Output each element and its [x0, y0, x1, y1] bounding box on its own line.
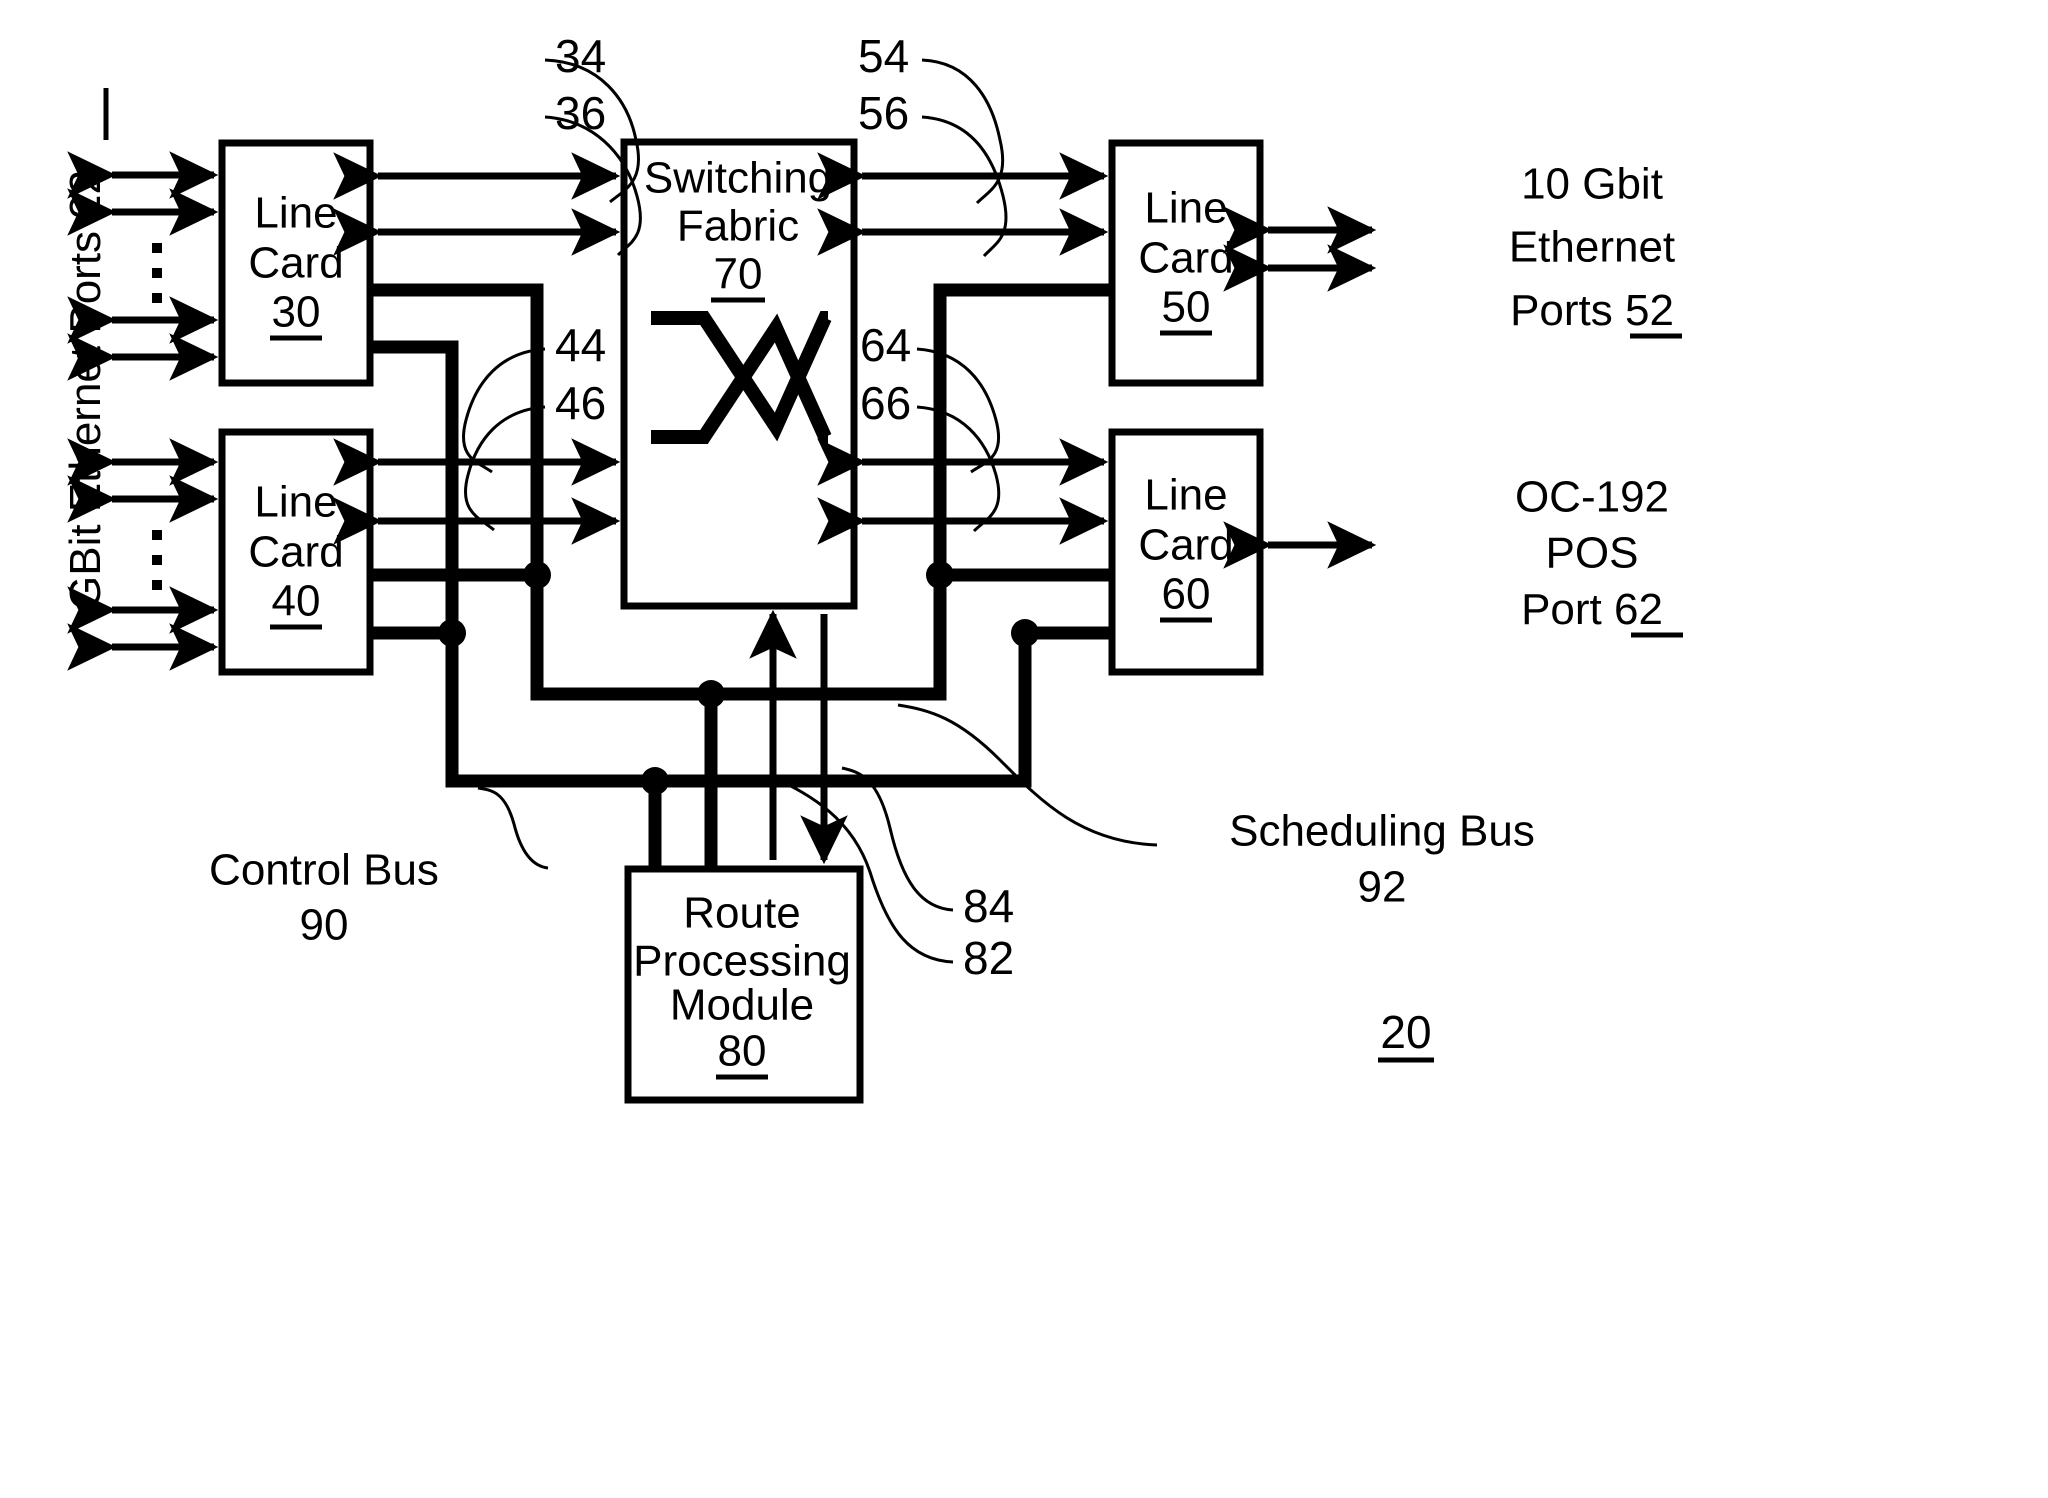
- ref-numeral-66: 66: [860, 377, 911, 429]
- rpm-ref: 80: [718, 1027, 767, 1076]
- switching-fabric-label-line2: Fabric: [677, 202, 799, 251]
- scheduling-bus-label: Scheduling Bus: [1229, 807, 1535, 856]
- 10gbit-ethernet-label-line2: Ethernet: [1509, 223, 1675, 272]
- ref-numeral-46: 46: [555, 377, 606, 429]
- ref-numeral-36: 36: [555, 87, 606, 139]
- oc192-label-line2: POS: [1546, 529, 1639, 578]
- figure-number-label: 20: [1380, 1006, 1431, 1058]
- bus-junction-dot: [641, 767, 669, 795]
- line-card-60-label-line1: Line: [1144, 471, 1227, 520]
- line-card-40-label-line1: Line: [254, 478, 337, 527]
- bus-junction-dot: [697, 680, 725, 708]
- line-card-30-ref: 30: [272, 288, 321, 337]
- ref-numeral-64: 64: [860, 319, 911, 371]
- port-ellipsis-lower: [152, 530, 162, 590]
- 10gbit-ethernet-port-arrows: [1223, 206, 1377, 292]
- ref-numeral-82: 82: [963, 932, 1014, 984]
- gbit-ethernet-port-arrows: [67, 151, 219, 671]
- control-bus-ref: 90: [300, 901, 349, 950]
- rpm-label-line1: Route: [683, 889, 800, 938]
- line-card-30-label-line1: Line: [254, 189, 337, 238]
- bus-junction-dot: [1011, 619, 1039, 647]
- 10gbit-ethernet-ports-ref-line: Ports 52: [1510, 286, 1674, 335]
- bus-junction-dot: [438, 619, 466, 647]
- line-card-30-label-line2: Card: [248, 239, 343, 288]
- network-switch-block-diagram: Line Card 30 Line Card 40 Line Card 50 L…: [61, 30, 1683, 1104]
- control-bus-label: Control Bus: [209, 846, 439, 895]
- rpm-label-line2: Processing: [633, 937, 851, 986]
- line-card-60-label-line2: Card: [1138, 521, 1233, 570]
- switching-fabric-label-line1: Switching: [644, 154, 832, 203]
- patent-figure-canvas: Line Card 30 Line Card 40 Line Card 50 L…: [0, 0, 2048, 1498]
- line-card-50-ref: 50: [1162, 283, 1211, 332]
- bus-junction-dot: [926, 561, 954, 589]
- ref-numeral-34: 34: [555, 30, 606, 82]
- ref-numeral-44: 44: [555, 319, 606, 371]
- rpm-label-line3: Module: [670, 981, 814, 1030]
- port-ellipsis-upper: [152, 243, 162, 303]
- line-card-60-ref: 60: [1162, 570, 1211, 619]
- line-card-50-label-line2: Card: [1138, 234, 1233, 283]
- line-card-50-label-line1: Line: [1144, 184, 1227, 233]
- oc192-port-ref-line: Port 62: [1521, 585, 1663, 634]
- line-card-40-ref: 40: [272, 577, 321, 626]
- scheduling-bus-ref: 92: [1358, 863, 1407, 912]
- switching-fabric-ref: 70: [714, 250, 763, 299]
- oc192-label-line1: OC-192: [1515, 473, 1669, 522]
- 10gbit-ethernet-label-line1: 10 Gbit: [1521, 160, 1663, 209]
- ref-numeral-56: 56: [858, 87, 909, 139]
- gbit-ethernet-ports-label-group: GBit Ethernet Ports22: [61, 88, 110, 610]
- gbit-ethernet-ports-label: GBit Ethernet Ports22: [61, 170, 110, 610]
- line-card-40-label-line2: Card: [248, 528, 343, 577]
- ref-numeral-54: 54: [858, 30, 909, 82]
- ref-numeral-84: 84: [963, 880, 1014, 932]
- bus-junction-dot: [523, 561, 551, 589]
